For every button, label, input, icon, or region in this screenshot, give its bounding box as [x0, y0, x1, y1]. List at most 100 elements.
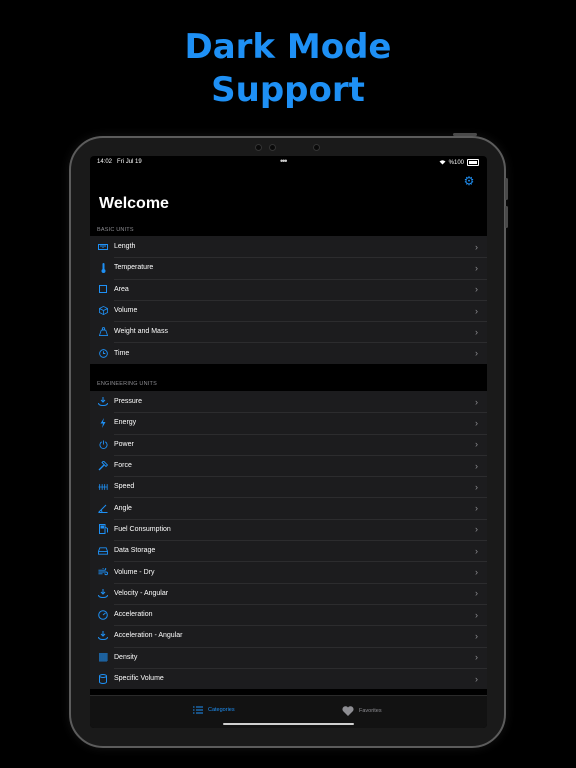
- headline-line2: Support: [211, 70, 365, 110]
- engineering-units-list: Pressure › Energy › Power › Force › Spee…: [90, 391, 487, 690]
- list-item-label: Time: [114, 349, 130, 357]
- chevron-right-icon: ›: [475, 396, 478, 407]
- ruler-icon: [98, 242, 108, 252]
- sensor-dot: [255, 144, 262, 151]
- list-item-label: Acceleration - Angular: [114, 632, 183, 640]
- multitasking-dots[interactable]: •••: [280, 156, 288, 166]
- volume-up-button: [505, 178, 508, 200]
- list-item-data-storage[interactable]: Data Storage ›: [90, 540, 487, 561]
- gear-icon[interactable]: ⚙: [462, 174, 476, 188]
- grid-icon: [98, 652, 108, 662]
- chevron-right-icon: ›: [475, 545, 478, 556]
- square-icon: [98, 284, 108, 294]
- list-item-label: Acceleration: [114, 611, 153, 619]
- tab-favorites[interactable]: Favorites: [342, 706, 382, 716]
- list-item-fuel-consumption[interactable]: Fuel Consumption ›: [90, 518, 487, 540]
- list-item-label: Temperature: [114, 264, 154, 272]
- chevron-right-icon: ›: [475, 417, 478, 428]
- list-item-acceleration[interactable]: Acceleration ›: [90, 603, 487, 625]
- chevron-right-icon: ›: [475, 524, 478, 535]
- section-header-engineering: ENGINEERING UNITS: [97, 381, 157, 387]
- list-item-area[interactable]: Area ›: [90, 278, 487, 300]
- chevron-right-icon: ›: [475, 439, 478, 450]
- heart-icon: [342, 706, 354, 716]
- battery-icon: [467, 159, 479, 166]
- list-item-label: Power: [114, 440, 134, 448]
- chevron-right-icon: ›: [475, 503, 478, 514]
- chevron-right-icon: ›: [475, 284, 478, 295]
- volume-down-button: [505, 206, 508, 228]
- list-item-label: Volume - Dry: [114, 568, 155, 576]
- chevron-right-icon: ›: [475, 588, 478, 599]
- list-item-time[interactable]: Time ›: [90, 342, 487, 363]
- basic-units-list: Length › Temperature › Area › Volume › W…: [90, 236, 487, 364]
- app-screen: 14:02 Fri Jul 19 ••• %100 ⚙ Welcome BASI…: [90, 156, 487, 728]
- speed-icon: [98, 482, 108, 492]
- camera-dot: [269, 144, 276, 151]
- chevron-right-icon: ›: [475, 609, 478, 620]
- chevron-right-icon: ›: [475, 652, 478, 663]
- angle-icon: [98, 503, 108, 513]
- home-indicator[interactable]: [223, 723, 354, 725]
- list-item-label: Energy: [114, 419, 137, 427]
- list-item-force[interactable]: Force ›: [90, 454, 487, 476]
- list-item-speed[interactable]: Speed ›: [90, 476, 487, 497]
- list-item-pressure[interactable]: Pressure ›: [90, 391, 487, 412]
- bolt-icon: [98, 417, 108, 428]
- wind-icon: [98, 567, 108, 577]
- list-item-volume[interactable]: Volume ›: [90, 299, 487, 321]
- chevron-right-icon: ›: [475, 326, 478, 337]
- list-item-label: Data Storage: [114, 547, 156, 555]
- hammer-icon: [98, 460, 108, 471]
- cube-icon: [98, 306, 108, 316]
- cylinder-icon: [98, 673, 108, 684]
- tab-label: Categories: [208, 707, 235, 713]
- list-item-label: Area: [114, 285, 129, 293]
- list-item-acceleration-angular[interactable]: Acceleration - Angular ›: [90, 625, 487, 646]
- list-item-weight-and-mass[interactable]: Weight and Mass ›: [90, 321, 487, 342]
- tab-categories[interactable]: Categories: [193, 706, 235, 714]
- list-item-specific-volume[interactable]: Specific Volume ›: [90, 667, 487, 689]
- power-icon: [98, 439, 108, 449]
- list-item-label: Angle: [114, 504, 132, 512]
- section-header-basic: BASIC UNITS: [97, 227, 134, 233]
- page-title: Welcome: [99, 195, 169, 212]
- chevron-right-icon: ›: [475, 673, 478, 684]
- headline: Dark Mode Support: [0, 26, 576, 112]
- list-item-label: Volume: [114, 307, 138, 315]
- list-item-velocity-angular[interactable]: Velocity - Angular ›: [90, 582, 487, 604]
- chevron-right-icon: ›: [475, 460, 478, 471]
- list-item-label: Force: [114, 462, 132, 470]
- chevron-right-icon: ›: [475, 348, 478, 359]
- list-item-label: Pressure: [114, 398, 143, 406]
- wifi-icon: [439, 160, 446, 165]
- top-button: [453, 133, 477, 136]
- gauge-icon: [98, 609, 108, 620]
- headline-line1: Dark Mode: [184, 27, 392, 67]
- thermometer-icon: [98, 262, 108, 273]
- drive-icon: [98, 546, 108, 556]
- angular-velocity-icon: [98, 588, 108, 598]
- pressure-icon: [98, 397, 108, 407]
- chevron-right-icon: ›: [475, 481, 478, 492]
- list-item-label: Speed: [114, 483, 135, 491]
- clock-icon: [98, 348, 108, 358]
- list-item-power[interactable]: Power ›: [90, 433, 487, 455]
- chevron-right-icon: ›: [475, 630, 478, 641]
- sensor-dot: [313, 144, 320, 151]
- list-item-angle[interactable]: Angle ›: [90, 497, 487, 518]
- chevron-right-icon: ›: [475, 305, 478, 316]
- status-right: %100: [439, 159, 479, 166]
- list-item-volume-dry[interactable]: Volume - Dry ›: [90, 561, 487, 582]
- list-item-temperature[interactable]: Temperature ›: [90, 257, 487, 278]
- list-item-density[interactable]: Density ›: [90, 646, 487, 668]
- list-item-energy[interactable]: Energy ›: [90, 412, 487, 433]
- list-item-label: Specific Volume: [114, 675, 164, 682]
- weight-icon: [98, 327, 108, 337]
- list-icon: [193, 706, 203, 714]
- list-item-length[interactable]: Length ›: [90, 236, 487, 257]
- chevron-right-icon: ›: [475, 567, 478, 578]
- list-item-label: Fuel Consumption: [114, 525, 171, 533]
- angular-acceleration-icon: [98, 631, 108, 641]
- list-item-label: Density: [114, 653, 138, 661]
